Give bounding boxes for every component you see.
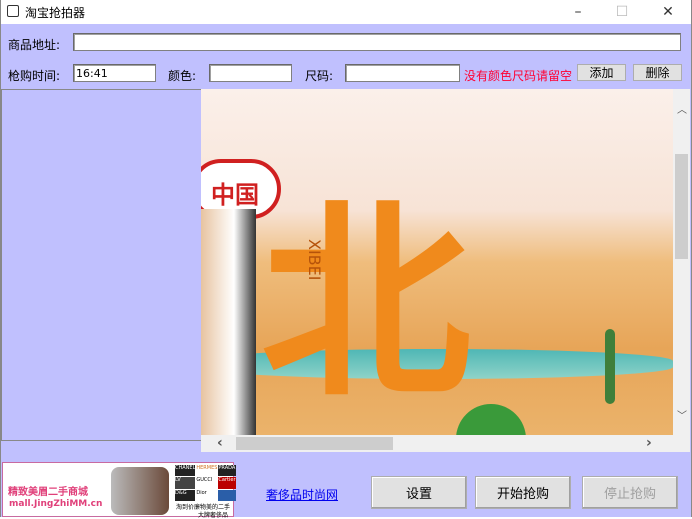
size-input[interactable] [345, 64, 460, 82]
brand-logo: GUCCI [196, 477, 213, 484]
scroll-right-icon[interactable]: › [646, 435, 652, 451]
app-icon [7, 5, 19, 17]
vscroll-thumb[interactable] [675, 154, 688, 259]
settings-button[interactable]: 设置 [371, 476, 467, 509]
scroll-up-icon[interactable]: ︿ [677, 101, 687, 116]
luxury-site-link[interactable]: 奢侈品时尚网 [266, 486, 338, 503]
url-input[interactable] [73, 33, 681, 51]
ad-url: mall.JingZhiMM.cn [9, 499, 103, 509]
url-label: 商品地址: [8, 38, 61, 52]
brand-logos: CHANEL HERMES PRADA LV GUCCI Cartier D&G… [175, 465, 236, 501]
vertical-scrollbar[interactable]: ︿ ﹀ [673, 89, 690, 435]
ad-title: 精致美眉二手商城 [8, 487, 88, 498]
size-label: 尺码: [305, 69, 334, 83]
item-list[interactable] [1, 89, 201, 441]
xibei-text: XIBEI [305, 239, 324, 281]
time-input[interactable] [73, 64, 156, 82]
hint-text: 没有颜色尺码请留空 [464, 69, 573, 83]
close-button[interactable]: ✕ [645, 0, 691, 24]
time-label: 枪购时间: [8, 69, 61, 83]
window-title: 淘宝抢拍器 [25, 6, 86, 20]
ad-banner[interactable]: 精致美眉二手商城 mall.JingZhiMM.cn CHANEL HERMES… [2, 462, 236, 519]
brand-logo [218, 489, 236, 501]
web-browser[interactable]: 中国 北 XIBEI [201, 89, 673, 435]
color-input[interactable] [209, 64, 292, 82]
brand-logo: Cartier [218, 477, 236, 489]
add-button[interactable]: 添加 [577, 64, 626, 81]
hscroll-thumb[interactable] [236, 437, 393, 450]
start-buy-button[interactable]: 开始抢购 [475, 476, 571, 509]
color-label: 颜色: [168, 69, 197, 83]
title-bar: 淘宝抢拍器 – ☐ ✕ [0, 0, 692, 24]
brand-logo: LV [175, 477, 196, 489]
brand-logo: D&G [175, 489, 196, 501]
ad-slogan: 大牌奢侈品 [198, 512, 229, 519]
big-character: 北 [261, 181, 472, 426]
maximize-button[interactable]: ☐ [599, 0, 645, 24]
brand-logo: PRADA [218, 465, 236, 477]
brand-logo: HERMES [196, 465, 218, 471]
scroll-down-icon[interactable]: ﹀ [677, 407, 687, 422]
person-image [201, 209, 256, 435]
scroll-left-icon[interactable]: ‹ [217, 435, 223, 451]
horizontal-scrollbar[interactable]: ‹ › [201, 435, 690, 452]
cactus-tall-image [605, 329, 615, 404]
brand-logo: CHANEL [175, 465, 196, 477]
stop-buy-button: 停止抢购 [582, 476, 678, 509]
delete-button[interactable]: 删除 [633, 64, 682, 81]
minimize-button[interactable]: – [555, 0, 601, 24]
brand-logo: Dior [196, 489, 207, 496]
ad-model-image [111, 467, 169, 515]
